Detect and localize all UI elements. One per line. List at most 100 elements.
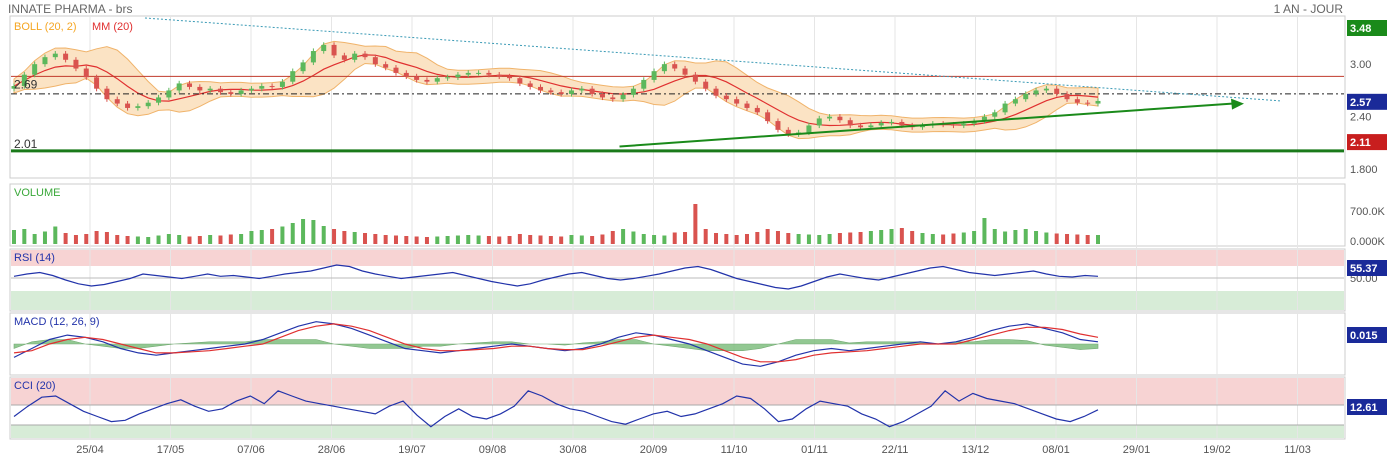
candle-body (114, 99, 120, 104)
volume-bar (32, 234, 37, 244)
legend-mm: MM (20) (92, 21, 133, 33)
volume-bar (1065, 234, 1070, 244)
volume-bar (218, 235, 223, 244)
volume-bar (755, 232, 760, 244)
volume-bar (641, 234, 646, 244)
candle-body (465, 72, 471, 75)
chart-period: 1 AN - JOUR (1274, 2, 1344, 16)
candle-body (135, 106, 141, 108)
candle-body (63, 53, 69, 60)
candle-body (889, 121, 895, 123)
volume-bar (84, 234, 89, 244)
volume-bar (827, 234, 832, 244)
candle-body (599, 93, 605, 98)
candle-body (32, 64, 38, 75)
candle-body (486, 72, 492, 75)
candle-body (610, 97, 616, 100)
volume-bar (486, 236, 491, 244)
volume-bar (724, 234, 729, 244)
candle-body (476, 72, 482, 74)
volume-bar (652, 235, 657, 244)
candle-body (362, 53, 368, 58)
volume-bar (734, 235, 739, 244)
volume-bar (476, 235, 481, 244)
candle-body (42, 57, 48, 65)
candle-body (455, 74, 461, 78)
candle-body (83, 68, 89, 78)
cci-oversold-zone (11, 425, 1344, 438)
volume-bar (177, 235, 182, 244)
volume-bar (662, 235, 667, 244)
volume-bar (930, 234, 935, 244)
candle-body (166, 90, 172, 98)
volume-bar (435, 236, 440, 244)
volume-bar (404, 236, 409, 244)
volume-bar (445, 236, 450, 244)
x-tick-label: 29/01 (1123, 444, 1151, 456)
volume-bar (187, 236, 192, 244)
volume-bar (363, 233, 368, 244)
candle-body (331, 44, 337, 56)
volume-bar (73, 235, 78, 244)
volume-bar (744, 234, 749, 244)
candle-body (548, 90, 554, 93)
volume-bar (806, 234, 811, 244)
volume-bar (239, 234, 244, 244)
volume-bar (868, 231, 873, 244)
price-badge: 3.48 (1350, 23, 1371, 35)
volume-bar (259, 230, 264, 244)
volume-bar (414, 236, 419, 244)
candle-body (568, 90, 574, 94)
candle-body (1012, 99, 1018, 104)
x-tick-label: 13/12 (962, 444, 990, 456)
x-tick-label: 28/06 (318, 444, 346, 456)
macd-badge: 0.015 (1350, 330, 1378, 342)
volume-bar (899, 228, 904, 244)
candle-body (692, 74, 698, 82)
volume-bar (455, 235, 460, 244)
volume-bar (301, 219, 306, 244)
candle-body (73, 59, 79, 69)
volume-bar (920, 233, 925, 244)
candle-body (744, 103, 750, 108)
volume-bar (383, 235, 388, 244)
candle-body (310, 51, 316, 63)
volume-bar (497, 236, 502, 244)
candle-body (94, 77, 100, 89)
volume-bar (858, 232, 863, 244)
candle-body (538, 86, 544, 91)
candle-body (517, 78, 523, 84)
volume-bar (528, 235, 533, 244)
volume-bar (63, 233, 68, 244)
volume-bar (961, 232, 966, 244)
price-badge: 2.57 (1350, 97, 1371, 109)
candle-body (352, 53, 358, 60)
candle-body (827, 116, 833, 119)
volume-bar (249, 231, 254, 244)
volume-bar (559, 236, 564, 244)
x-tick-label: 11/10 (721, 444, 748, 456)
candle-body (847, 120, 853, 126)
candle-body (104, 88, 110, 100)
volume-bar (517, 234, 522, 244)
candle-body (1043, 88, 1049, 91)
label-cci: CCI (20) (14, 380, 56, 392)
volume-bar (786, 233, 791, 244)
candle-body (579, 88, 585, 91)
volume-bar (197, 236, 202, 244)
label-macd: MACD (12, 26, 9) (14, 316, 100, 328)
candle-body (228, 92, 234, 94)
x-tick-label: 09/08 (479, 444, 507, 456)
volume-bar (703, 229, 708, 244)
candle-body (950, 124, 956, 126)
volume-bar (290, 223, 295, 244)
label-volume: VOLUME (14, 187, 60, 199)
candle-body (661, 64, 667, 72)
volume-bar (621, 229, 626, 244)
price-tick-label: 3.00 (1350, 59, 1371, 71)
cci-badge: 12.61 (1350, 402, 1378, 414)
label-rsi: RSI (14) (14, 252, 55, 264)
candle-body (806, 125, 812, 133)
stock-chart: INNATE PHARMA - brs 1 AN - JOUR 2.69 2.01… (8, 2, 1387, 456)
price-level-label: 2.69 (14, 77, 38, 91)
